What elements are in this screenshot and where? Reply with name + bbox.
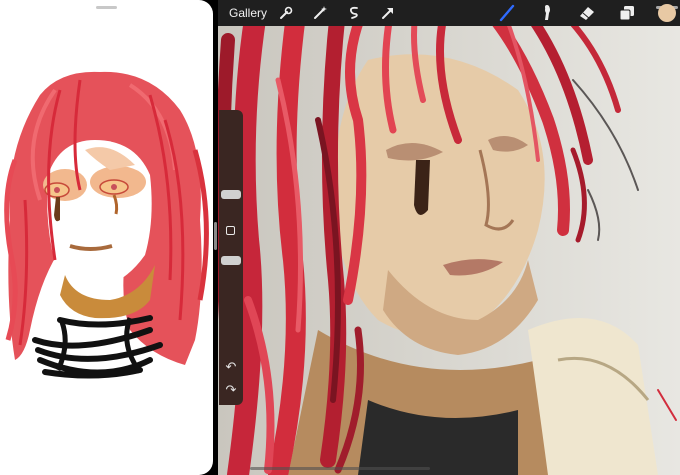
modify-button[interactable] xyxy=(226,226,235,235)
opacity-slider[interactable] xyxy=(221,256,241,265)
right-tools-group xyxy=(498,0,680,26)
brush-icon[interactable] xyxy=(498,4,516,22)
selection-icon[interactable] xyxy=(345,4,363,22)
reference-sketch-pane[interactable] xyxy=(0,0,213,475)
reference-sketch-image xyxy=(4,71,209,379)
smudge-icon[interactable] xyxy=(538,4,556,22)
brush-size-slider[interactable] xyxy=(221,190,241,199)
wrench-icon[interactable] xyxy=(277,4,295,22)
drawing-canvas[interactable] xyxy=(218,0,680,475)
split-view-handle[interactable] xyxy=(214,222,217,250)
home-indicator xyxy=(250,467,430,470)
color-picker-swatch[interactable] xyxy=(658,4,676,22)
undo-icon[interactable]: ↶ xyxy=(224,360,238,374)
transform-arrow-icon[interactable] xyxy=(379,4,397,22)
eraser-icon[interactable] xyxy=(578,4,596,22)
top-toolbar: Gallery xyxy=(218,0,680,26)
canvas-artwork xyxy=(218,0,680,475)
magic-wand-icon[interactable] xyxy=(311,4,329,22)
sidebar-controls: ↶ ↷ xyxy=(219,110,243,405)
redo-icon[interactable]: ↷ xyxy=(224,383,238,397)
gallery-button[interactable]: Gallery xyxy=(229,6,267,20)
layers-icon[interactable] xyxy=(618,4,636,22)
